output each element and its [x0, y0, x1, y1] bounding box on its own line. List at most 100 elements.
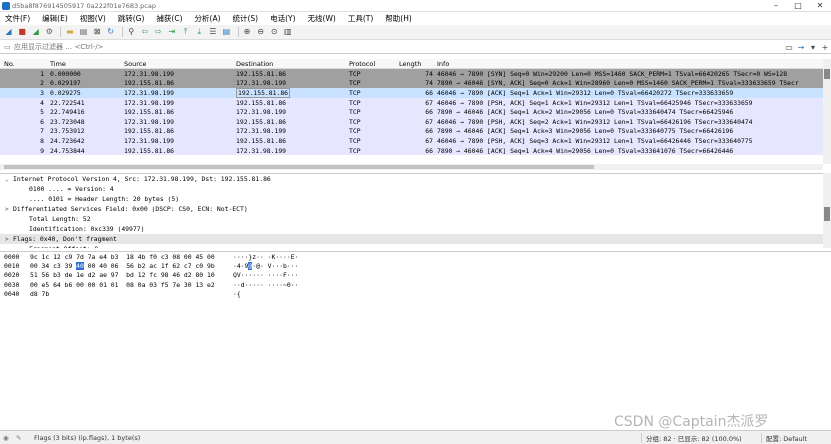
packet-time: 22.722541: [50, 98, 85, 107]
find-packet-search-icon[interactable]: ⚲: [126, 27, 137, 38]
bytes-ascii[interactable]: ····}z·· ·K····E·: [233, 253, 313, 261]
go-to-packet-icon[interactable]: ⇥: [167, 27, 178, 38]
go-last-packet-icon[interactable]: ⤓: [194, 27, 205, 38]
bytes-ascii[interactable]: ·{: [233, 290, 313, 298]
close-button[interactable]: ✕: [809, 1, 831, 10]
expanded-chevron-icon[interactable]: ⌄: [5, 176, 13, 183]
colorize-icon[interactable]: ▤: [221, 27, 232, 38]
bytes-ascii[interactable]: QV······ ····F···: [233, 271, 313, 279]
close-file-icon[interactable]: ⊠: [92, 27, 103, 38]
maximize-button[interactable]: □: [787, 1, 809, 10]
save-file-icon[interactable]: ▤: [78, 27, 89, 38]
bytes-ascii[interactable]: ·4·9@·@· V···b···: [233, 262, 313, 271]
expert-info-circle-icon[interactable]: ◉: [3, 434, 13, 442]
display-filter-input[interactable]: [14, 41, 783, 53]
bytes-ascii[interactable]: ··d····· ····~0··: [233, 281, 313, 289]
packet-destination: 172.31.98.199: [236, 108, 287, 117]
detail-tree-item[interactable]: Total Length: 52: [0, 214, 831, 224]
packet-row[interactable]: 6 23.723048 172.31.98.199 192.155.81.86 TCP 6…: [0, 116, 831, 127]
go-first-packet-icon[interactable]: ⤒: [180, 27, 191, 38]
menu-view[interactable]: 视图(V): [74, 13, 112, 24]
detail-tree-item[interactable]: Fragment Offset: 0: [0, 244, 831, 248]
column-header-destination[interactable]: Destination: [236, 60, 349, 68]
column-header-time[interactable]: Time: [48, 60, 124, 68]
collapsed-chevron-icon[interactable]: >: [5, 206, 13, 213]
packet-row[interactable]: 7 23.753912 192.155.81.86 172.31.98.199 TCP 6…: [0, 126, 831, 137]
autoscroll-icon[interactable]: ☰: [207, 27, 218, 38]
bytes-hex[interactable]: 51 56 b3 de 1e d2 ae 97 bd 12 fc 98 46 d…: [30, 271, 233, 279]
menu-go[interactable]: 跳转(G): [112, 13, 151, 24]
reload-file-icon[interactable]: ↻: [105, 27, 116, 38]
minimize-button[interactable]: –: [765, 1, 787, 10]
scrollbar-thumb[interactable]: [824, 207, 830, 221]
open-file-icon[interactable]: ▬: [64, 27, 75, 38]
packet-row[interactable]: 8 24.723642 172.31.98.199 192.155.81.86 TCP 6…: [0, 136, 831, 146]
bytes-hex[interactable]: 00 e5 64 b6 00 00 01 01 08 0a 03 f5 7e 3…: [30, 281, 233, 289]
bytes-hex[interactable]: 9c 1c 12 c9 7d 7a e4 b3 18 4b f0 c3 08 0…: [30, 253, 233, 261]
packet-time: 0.000000: [50, 69, 81, 78]
column-header-no[interactable]: No.: [0, 60, 48, 68]
menu-capture[interactable]: 捕获(C): [150, 13, 188, 24]
packet-number: 2: [40, 79, 44, 88]
menu-statistics[interactable]: 统计(S): [227, 13, 265, 24]
stop-capture-icon[interactable]: ■: [17, 27, 28, 38]
resize-columns-icon[interactable]: ▥: [282, 27, 293, 38]
scrollbar-thumb[interactable]: [824, 69, 830, 79]
menu-analyze[interactable]: 分析(A): [189, 13, 227, 24]
column-header-protocol[interactable]: Protocol: [349, 60, 399, 68]
details-vertical-scrollbar[interactable]: [823, 173, 831, 248]
bookmark-filter-icon[interactable]: ▭: [4, 43, 14, 51]
restart-capture-icon[interactable]: ◢: [30, 27, 41, 38]
detail-tree-item[interactable]: > Flags: 0x40, Don't fragment: [0, 234, 831, 244]
bytes-hex[interactable]: 00 34 c3 39 40 00 40 06 56 b2 ac 1f 62 c…: [30, 262, 233, 271]
column-header-length[interactable]: Length: [399, 60, 437, 68]
zoom-in-icon[interactable]: ⊕: [242, 27, 253, 38]
packet-destination: 192.155.81.86: [236, 69, 287, 78]
packet-row[interactable]: 4 22.722541 172.31.98.199 192.155.81.86 TCP 6…: [0, 97, 831, 108]
menu-tools[interactable]: 工具(T): [342, 13, 379, 24]
ascii-chars: ··d····· ····~0··: [233, 280, 299, 289]
start-capture-icon[interactable]: ◢: [3, 27, 14, 38]
scrollbar-thumb[interactable]: [4, 165, 594, 169]
packet-length: 67: [425, 136, 433, 145]
zoom-normal-icon[interactable]: ⊙: [269, 27, 280, 38]
detail-tree-item[interactable]: 0100 .... = Version: 4: [0, 184, 831, 194]
expression-dropdown-icon[interactable]: ▾: [807, 43, 819, 52]
packet-info: 46046 → 7890 [SYN] Seq=0 Win=29200 Len=0…: [437, 69, 788, 78]
hex-bytes: 00 40 06 56 b2 ac 1f 62 c7 c0 9b: [83, 262, 215, 271]
bytes-hex[interactable]: d8 7b: [30, 290, 233, 298]
detail-tree-item[interactable]: Identification: 0xc339 (49977): [0, 224, 831, 234]
menu-telephony[interactable]: 电话(Y): [264, 13, 301, 24]
packet-info: 46046 → 7890 [PSH, ACK] Seq=1 Ack=1 Win=…: [437, 98, 753, 107]
packet-list-horizontal-scrollbar[interactable]: [0, 164, 823, 170]
window-controls: – □ ✕: [765, 1, 831, 10]
zoom-out-icon[interactable]: ⊖: [255, 27, 266, 38]
packet-row[interactable]: 9 24.753844 192.155.81.86 172.31.98.199 TCP 6…: [0, 145, 831, 156]
packet-list-vertical-scrollbar[interactable]: [823, 59, 831, 164]
detail-tree-item[interactable]: ⌄ Internet Protocol Version 4, Src: 172.3…: [0, 174, 831, 184]
packet-protocol: TCP: [349, 127, 361, 136]
toolbar-divider: [60, 27, 62, 37]
column-header-info[interactable]: Info: [437, 60, 831, 68]
packet-details-pane: ⌄ Internet Protocol Version 4, Src: 172.3…: [0, 173, 831, 248]
detail-tree-item[interactable]: > Differentiated Services Field: 0x00 (DS…: [0, 204, 831, 214]
apply-filter-arrow-icon[interactable]: →: [795, 43, 807, 52]
column-header-source[interactable]: Source: [124, 60, 236, 68]
menu-help[interactable]: 帮助(H): [379, 13, 418, 24]
add-filter-button-icon[interactable]: +: [819, 43, 831, 52]
detail-tree-item[interactable]: .... 0101 = Header Length: 20 bytes (5): [0, 194, 831, 204]
menu-wireless[interactable]: 无线(W): [302, 13, 342, 24]
menu-edit[interactable]: 编辑(E): [36, 13, 74, 24]
capture-comment-icon[interactable]: ✎: [16, 434, 26, 442]
menu-file[interactable]: 文件(F): [0, 13, 36, 24]
packet-row[interactable]: 5 22.749416 192.155.81.86 172.31.98.199 TCP 6…: [0, 107, 831, 117]
capture-options-gear-icon[interactable]: ⚙: [44, 27, 55, 38]
packet-row[interactable]: 2 0.029197 192.155.81.86 172.31.98.199 TCP 74…: [0, 78, 831, 89]
packet-row[interactable]: 3 0.029275 172.31.98.199 192.155.81.86 TCP 66…: [0, 87, 831, 98]
go-forward-icon[interactable]: ⇨: [153, 27, 164, 38]
collapsed-chevron-icon[interactable]: >: [5, 236, 13, 243]
clear-filter-icon[interactable]: ▭: [783, 43, 795, 52]
profile-status[interactable]: 配置: Default: [761, 432, 831, 443]
packet-row[interactable]: 1 0.000000 172.31.98.199 192.155.81.86 TCP 74…: [0, 69, 831, 79]
go-back-icon[interactable]: ⇦: [139, 27, 150, 38]
